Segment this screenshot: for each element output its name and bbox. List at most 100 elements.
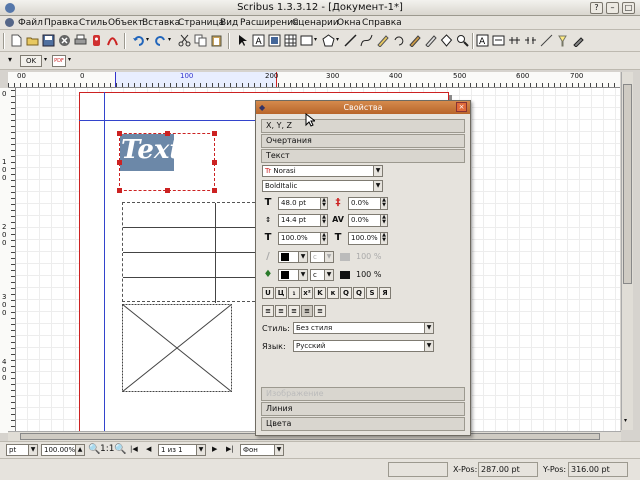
allcaps-button[interactable]: K <box>314 287 326 299</box>
dialog-close-icon[interactable]: × <box>456 102 467 112</box>
paragraph-style-select[interactable]: Без стиля ▼ <box>293 322 434 334</box>
baseline-offset-field[interactable]: 0.0% ▲ ▼ <box>348 197 388 210</box>
align-center-icon[interactable]: ≡ <box>275 305 287 317</box>
selection-handle[interactable] <box>117 131 122 136</box>
v-scale-field[interactable]: 100.0% ▲ ▼ <box>348 232 388 245</box>
menu-object[interactable]: Объект <box>108 17 143 29</box>
shadow-button[interactable]: S <box>366 287 378 299</box>
redo-dropdown-icon[interactable]: ▾ <box>168 36 171 43</box>
cut-icon[interactable] <box>178 34 191 47</box>
selection-handle[interactable] <box>212 160 217 165</box>
story-editor-icon[interactable]: A <box>476 34 489 47</box>
pdf-dropdown-icon[interactable]: ▾ <box>68 56 71 63</box>
ok-dropdown-icon[interactable]: ▾ <box>44 56 47 63</box>
polygon-icon[interactable] <box>322 34 335 47</box>
strikethrough-button[interactable]: Q <box>340 287 352 299</box>
line-spacing-field[interactable]: 14.4 pt ▲ ▼ <box>278 214 328 227</box>
font-size-field[interactable]: 48.0 pt ▲ ▼ <box>278 197 328 210</box>
reverse-text-button[interactable]: Я <box>379 287 391 299</box>
pdf-tools-button[interactable]: PDF <box>52 55 66 67</box>
selection-handle[interactable] <box>117 188 122 193</box>
eyedropper-icon[interactable] <box>572 34 585 47</box>
close-doc-icon[interactable] <box>58 34 71 47</box>
selection-handle[interactable] <box>165 131 170 136</box>
unit-select[interactable]: pt ▼ <box>6 444 38 456</box>
table-icon[interactable] <box>284 34 297 47</box>
align-right-icon[interactable]: ≡ <box>288 305 300 317</box>
edit-text-icon[interactable] <box>424 34 437 47</box>
measure-icon[interactable] <box>540 34 553 47</box>
scroll-down-icon[interactable]: ▾ <box>624 417 627 424</box>
align-left-icon[interactable]: ≡ <box>262 305 274 317</box>
section-colors[interactable]: Цвета <box>261 417 465 431</box>
superscript-button[interactable]: x² <box>301 287 313 299</box>
undo-icon[interactable] <box>132 34 145 47</box>
minimize-button[interactable]: – <box>606 2 619 14</box>
h-scale-field[interactable]: 100.0% ▲ ▼ <box>278 232 328 245</box>
shape-dropdown-icon[interactable]: ▾ <box>314 36 317 43</box>
rectangle-shape-icon[interactable] <box>300 34 313 47</box>
freehand-icon[interactable] <box>376 34 389 47</box>
help-window-button[interactable]: ? <box>590 2 603 14</box>
subscript-button[interactable]: ₁ <box>288 287 300 299</box>
zoom-out-icon[interactable]: 🔍 <box>88 444 100 455</box>
bezier-icon[interactable] <box>360 34 373 47</box>
section-xyz[interactable]: X, Y, Z <box>261 119 465 133</box>
language-select[interactable]: Русский ▼ <box>293 340 434 352</box>
align-justify-icon[interactable]: ≡ <box>301 305 313 317</box>
fill-color-select[interactable]: ▼ <box>278 269 308 281</box>
tracking-field[interactable]: 0.0% ▲ ▼ <box>348 214 388 227</box>
underline-words-button[interactable]: Ц <box>275 287 287 299</box>
menu-view[interactable]: Вид <box>220 17 238 29</box>
vertical-ruler[interactable]: 0 100 200 300 400 <box>0 88 16 433</box>
zoom-in-icon[interactable]: 🔍 <box>114 444 126 455</box>
stroke-shade-select[interactable]: c ▼ <box>310 251 334 263</box>
polygon-dropdown-icon[interactable]: ▾ <box>336 36 339 43</box>
copy-properties-icon[interactable] <box>556 34 569 47</box>
dialog-menu-icon[interactable]: ◆ <box>259 101 265 114</box>
menu-scripts[interactable]: Сценарии <box>292 17 339 29</box>
undo-dropdown-icon[interactable]: ▾ <box>146 36 149 43</box>
preflight-icon[interactable] <box>90 34 103 47</box>
smallcaps-button[interactable]: к <box>327 287 339 299</box>
menu-edit[interactable]: Правка <box>44 17 78 29</box>
select-arrow-icon[interactable] <box>236 34 249 47</box>
menu-file[interactable]: Файл <box>18 17 43 29</box>
spin-arrows-icon[interactable]: ▲ ▼ <box>320 198 327 209</box>
vertical-scrollbar[interactable]: ▾ <box>621 72 633 430</box>
unlink-text-icon[interactable] <box>524 34 537 47</box>
font-style-select[interactable]: BoldItalic ▼ <box>262 180 383 192</box>
maximize-button[interactable]: □ <box>622 2 635 14</box>
rotate-icon[interactable] <box>392 34 405 47</box>
align-forced-icon[interactable]: ≡ <box>314 305 326 317</box>
last-page-icon[interactable]: ▶| <box>226 445 234 453</box>
table-frame[interactable] <box>122 202 261 303</box>
menu-insert[interactable]: Вставка <box>142 17 180 29</box>
spin-arrows-icon[interactable]: ▲ ▼ <box>380 215 387 226</box>
image-frame[interactable] <box>122 304 232 392</box>
line-icon[interactable] <box>344 34 357 47</box>
properties-title-bar[interactable]: Свойства ◆ × <box>256 101 470 114</box>
selection-handle[interactable] <box>212 188 217 193</box>
spin-arrows-icon[interactable]: ▲ ▼ <box>320 215 327 226</box>
node-edit-icon[interactable] <box>440 34 453 47</box>
spin-arrows-icon[interactable]: ▲ ▼ <box>380 198 387 209</box>
prev-page-icon[interactable]: ◀ <box>146 445 151 453</box>
new-document-icon[interactable] <box>10 34 23 47</box>
zoom-field[interactable]: 100.00% ▲ <box>41 444 85 456</box>
section-text[interactable]: Текст <box>261 149 465 163</box>
text-frame[interactable]: Text <box>117 131 217 193</box>
next-page-icon[interactable]: ▶ <box>212 445 217 453</box>
section-line[interactable]: Линия <box>261 402 465 416</box>
open-folder-icon[interactable] <box>26 34 39 47</box>
zoom-icon[interactable] <box>456 34 469 47</box>
spin-arrows-icon[interactable]: ▲ ▼ <box>320 233 327 244</box>
spin-arrows-icon[interactable]: ▲ ▼ <box>380 233 387 244</box>
menu-style[interactable]: Стиль <box>79 17 107 29</box>
menu-extensions[interactable]: Расширения <box>240 17 298 29</box>
v-scroll-thumb[interactable] <box>623 84 632 284</box>
selection-handle[interactable] <box>165 188 170 193</box>
link-frames-icon[interactable] <box>492 34 505 47</box>
copy-icon[interactable] <box>194 34 207 47</box>
zoom-100-button[interactable]: 1:1 <box>100 444 114 454</box>
